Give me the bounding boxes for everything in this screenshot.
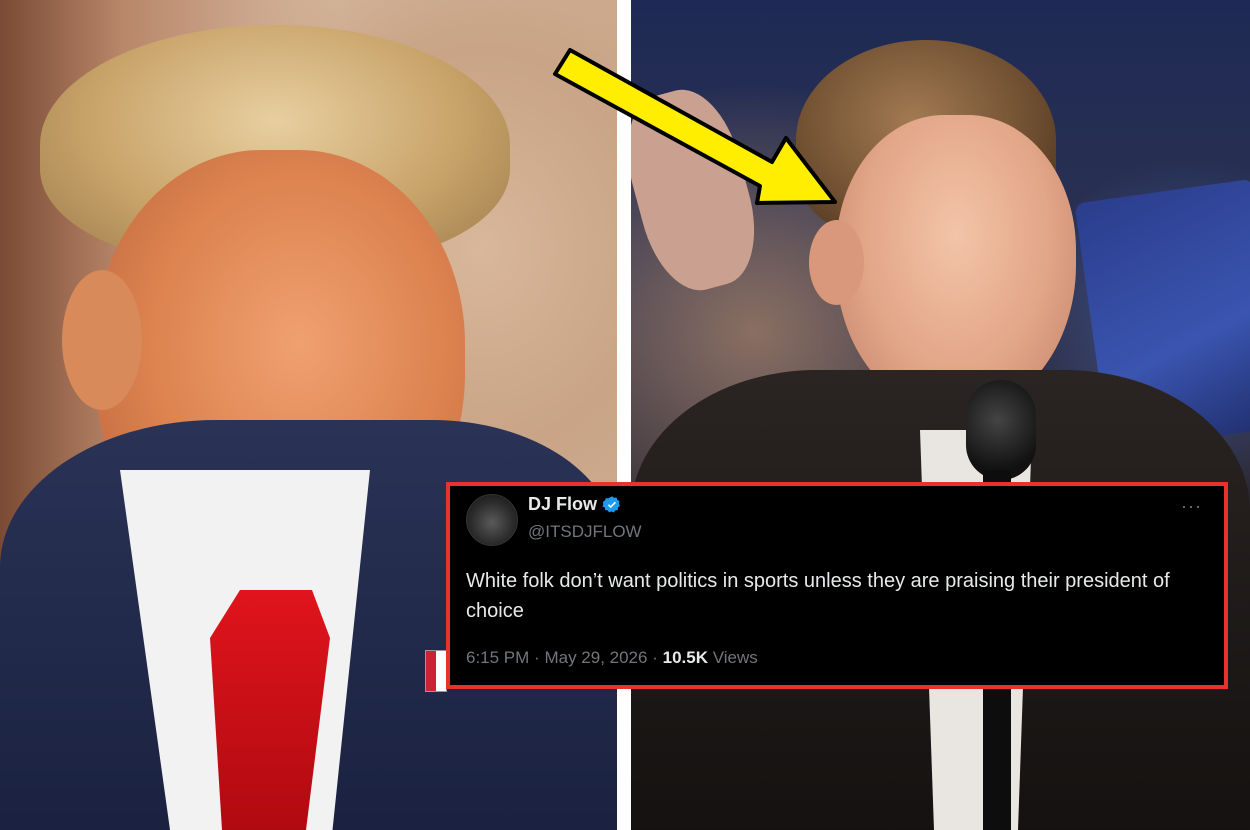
tweet-meta: 6:15 PM · May 29, 2026 · 10.5K Views (466, 648, 758, 668)
meta-separator: · (652, 648, 658, 667)
tweet-text: White folk don’t want politics in sports… (466, 570, 1170, 622)
tweet-time[interactable]: 6:15 PM (466, 648, 529, 667)
crowd-hand (631, 79, 771, 301)
avatar-icon[interactable] (466, 494, 518, 546)
display-name[interactable]: DJ Flow (528, 494, 597, 515)
right-person-ear (809, 220, 864, 305)
microphone (966, 380, 1036, 480)
flag-pin (425, 650, 447, 692)
tweet-author: DJ Flow (528, 494, 622, 515)
views-label: Views (712, 648, 758, 667)
more-options-icon[interactable]: ··· (1181, 496, 1202, 517)
panel-divider (617, 0, 631, 830)
left-photo (0, 0, 617, 830)
meta-separator: · (534, 648, 540, 667)
handle[interactable]: @ITSDJFLOW (528, 522, 642, 542)
tweet-card[interactable]: DJ Flow @ITSDJFLOW ··· White folk don’t … (446, 482, 1228, 689)
views-count[interactable]: 10.5K (663, 648, 708, 667)
verified-badge-icon (602, 495, 620, 512)
tweet-date[interactable]: May 29, 2026 (544, 648, 647, 667)
right-photo (631, 0, 1250, 830)
left-person-ear (62, 270, 142, 410)
